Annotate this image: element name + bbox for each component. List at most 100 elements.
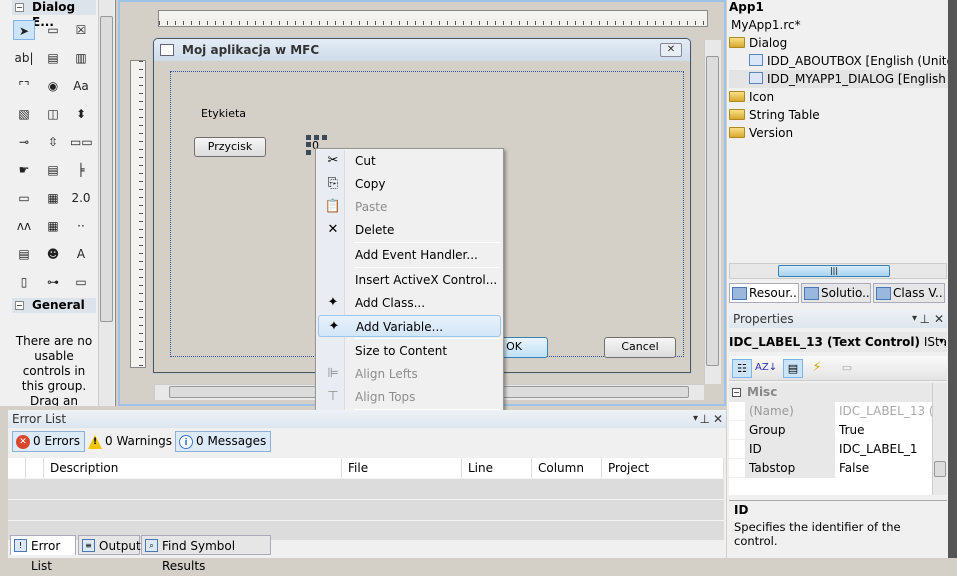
tree-node-rc-file[interactable]: MyApp1.rc* [729,16,957,34]
menu-item-size-to-content[interactable]: Size to Content [318,340,501,362]
tab-output[interactable]: ≡ Output [78,535,141,555]
column-header-column[interactable]: Column [532,458,602,478]
spin-icon[interactable]: ⇳ [42,132,64,152]
property-grid-scrollbar[interactable] [932,383,947,495]
hotkey-icon[interactable]: ☛ [13,160,35,180]
scroll-thumb[interactable] [706,56,719,366]
scroll-thumb[interactable] [100,16,113,322]
menu-item-add-variable[interactable]: ✦ Add Variable... [318,315,501,337]
collapse-icon[interactable]: − [15,3,24,12]
group-box-icon[interactable]: ⌜⌝ [13,76,35,96]
categorized-icon[interactable]: ☷ [732,359,752,378]
property-value[interactable]: True [836,421,932,440]
property-value[interactable]: IDC_LABEL_13 (Te [836,402,932,421]
custom-control-icon[interactable]: ☻ [42,244,64,264]
scroll-thumb[interactable]: ||| [778,265,890,277]
tree-control-icon[interactable]: ╞ [70,160,92,180]
horizontal-scrollbar-icon[interactable]: ◫ [42,104,64,124]
property-value[interactable]: False [836,459,932,478]
tab-error-list[interactable]: ! Error List [10,535,76,573]
property-row[interactable]: Group True [729,421,932,440]
warnings-filter-button[interactable]: ! 0 Warnings [84,431,177,452]
tab-resource-view[interactable]: Resour... [729,283,799,303]
events-icon[interactable]: ⚡ [807,359,827,378]
menu-item-delete[interactable]: ✕ Delete [318,219,501,241]
animation-icon[interactable]: ▦ [42,188,64,208]
dropdown-icon[interactable]: ▾ [693,410,698,428]
property-row[interactable]: (Name)IDC_LABEL_13 (Te [729,402,932,421]
vertical-scrollbar-icon[interactable]: ⬍ [70,104,92,124]
property-value[interactable]: IDC_LABEL_1 [836,440,932,459]
tree-node-icon[interactable]: Icon [729,88,957,106]
syslink-icon[interactable]: A [70,244,92,264]
edit-control-icon[interactable]: ab| [13,48,35,68]
errors-filter-button[interactable]: ✕ 0 Errors [12,431,85,452]
tab-control-icon[interactable]: ▭ [13,188,35,208]
slider-icon[interactable]: ⊸ [13,132,35,152]
split-button-icon[interactable]: ▯ [13,272,35,292]
column-header-file[interactable]: File [342,458,462,478]
collapse-icon[interactable]: − [15,301,24,310]
menu-item-align-lefts[interactable]: ⊫ Align Lefts [318,363,501,385]
messages-filter-button[interactable]: i0 Messages [175,431,272,452]
vertical-ruler[interactable] [130,60,146,368]
column-header-project[interactable]: Project [602,458,724,478]
listbox-icon[interactable]: ▥ [70,48,92,68]
checkbox-icon[interactable]: ☒ [70,20,92,40]
przycisk-button[interactable]: Przycisk [194,137,266,157]
horizontal-ruler[interactable] [158,10,708,27]
properties-object-selector[interactable]: IDC_LABEL_13 (Text Control) IStatEc ▾ [729,332,947,352]
extended-combobox-icon[interactable]: ▤ [13,244,35,264]
ip-address-icon[interactable]: ·· [70,216,92,236]
cancel-button[interactable]: Cancel [604,337,676,358]
close-icon[interactable]: ✕ [934,310,944,328]
pin-icon[interactable]: ⊥ [700,410,710,428]
tree-node-main-dialog[interactable]: IDD_MYAPP1_DIALOG [English (U [729,70,957,88]
column-header-description[interactable]: Description [44,458,342,478]
close-icon[interactable]: ✕ [660,43,682,57]
pointer-icon[interactable]: ➤ [13,20,35,40]
menu-item-align-tops[interactable]: ⊤ Align Tops [318,386,501,408]
button-icon[interactable]: ▭ [42,20,64,40]
command-button-icon[interactable]: ▭ [70,272,92,292]
toolbox-group-general[interactable]: − General [12,298,96,313]
combobox-icon[interactable]: ▤ [42,48,64,68]
menu-item-paste[interactable]: 📋 Paste [318,196,501,218]
static-text-icon[interactable]: Aa [70,76,92,96]
network-address-icon[interactable]: ⊶ [42,272,64,292]
scroll-thumb[interactable] [934,461,946,477]
tree-node-dialog[interactable]: Dialog [729,34,957,52]
column-header-line[interactable]: Line [462,458,532,478]
progress-icon[interactable]: ▭▭ [70,132,93,152]
picture-control-icon[interactable]: ▧ [13,104,35,124]
menu-item-add-event-handler[interactable]: Add Event Handler... [318,244,501,266]
category-misc[interactable]: − Misc [729,383,932,402]
tree-horizontal-scrollbar[interactable]: ||| [729,263,947,279]
tree-node-aboutbox[interactable]: IDD_ABOUTBOX [English (United S [729,52,957,70]
datetime-picker-icon[interactable]: ᴧᴧ [13,216,35,236]
tree-node-version[interactable]: Version [729,124,957,142]
pin-icon[interactable]: ⊥ [920,310,930,328]
toolbox-scrollbar[interactable] [98,0,114,406]
property-pages-icon[interactable]: ▭ [837,359,857,378]
menu-item-cut[interactable]: ✂ Cut [318,150,501,172]
radio-button-icon[interactable]: ◉ [42,76,64,96]
selection-handles[interactable] [306,142,311,157]
tab-find-symbol-results[interactable]: ⌕ Find Symbol Results [141,535,271,573]
tab-class-view[interactable]: Class V... [873,283,945,303]
list-control-icon[interactable]: ▤ [42,160,64,180]
toolbox-group-dialog-editor[interactable]: − Dialog E... [12,0,96,29]
month-calendar-icon[interactable]: ▦ [42,216,64,236]
static-label[interactable]: Etykieta [201,107,246,120]
chevron-down-icon[interactable]: ▾ [938,332,944,352]
property-row[interactable]: Tabstop False [729,459,932,478]
properties-icon[interactable]: ▤ [783,359,803,378]
rich-edit-icon[interactable]: 2.0 [70,188,92,208]
tab-solution-explorer[interactable]: Solutio... [801,283,871,303]
menu-item-insert-activex-control[interactable]: Insert ActiveX Control... [318,269,501,291]
dropdown-icon[interactable]: ▾ [912,310,917,328]
property-row[interactable]: ID IDC_LABEL_1 [729,440,932,459]
tree-node-app1[interactable]: App1 [729,0,957,16]
collapse-icon[interactable]: − [732,388,741,397]
tree-node-string-table[interactable]: String Table [729,106,957,124]
